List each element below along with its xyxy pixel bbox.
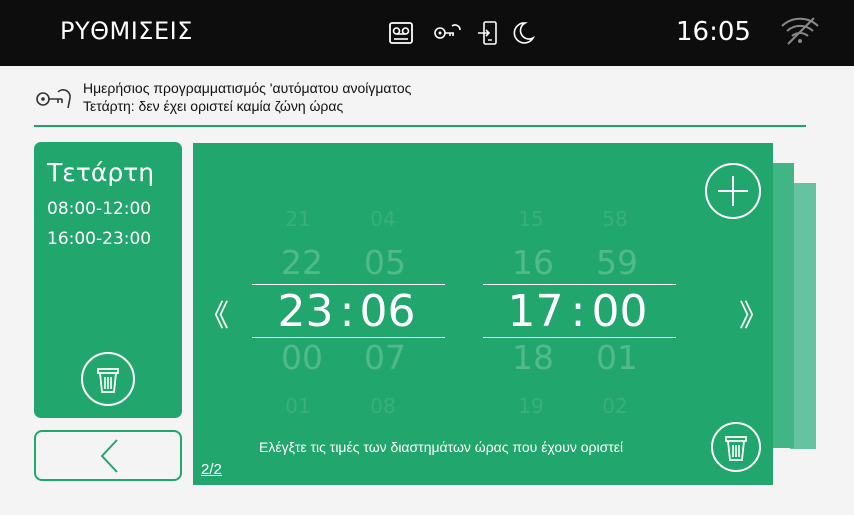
wheel-value: 15 [518,207,544,231]
wheel-value: 08 [370,394,396,418]
day-summary-card: Τετάρτη 08:00-12:00 16:00-23:00 [34,142,182,418]
schedule-status: Τετάρτη: δεν έχει οριστεί καμία ζώνη ώρα… [83,98,344,114]
delete-interval-button[interactable] [710,421,762,473]
wheel-value: 59 [596,243,638,282]
time-separator: : [570,286,586,337]
wheel-value: 00 [281,338,323,377]
wheel-value: 02 [602,394,628,418]
time-separator: : [339,286,355,337]
next-interval-button[interactable]: 》 [739,291,769,335]
interval-item: 16:00-23:00 [47,229,152,249]
moon-icon [513,22,536,44]
wheel-value: 01 [596,338,638,377]
wheel-value: 01 [285,394,311,418]
delete-day-button[interactable] [80,351,136,407]
wheel-value: 22 [281,243,323,282]
wheel-value: 07 [364,338,406,377]
time-interval-picker: 21 22 23 00 01 : 04 05 06 07 08 15 16 17… [193,143,773,485]
validation-message: Ελέγξτε τις τιμές των διαστημάτων ώρας π… [259,439,624,455]
end-hour-value: 17 [507,286,564,337]
selection-line [483,284,676,285]
voicemail-icon [389,22,413,44]
start-hour-value: 23 [277,286,334,337]
interval-item: 08:00-12:00 [47,199,152,219]
status-bar: ΡΥΘΜΙΣΕΙΣ 16:05 [0,0,854,66]
wheel-value: 04 [370,207,396,231]
wheel-value: 05 [364,243,406,282]
selection-line [252,284,445,285]
start-minute-value: 06 [359,286,416,337]
add-interval-button[interactable] [704,162,762,220]
previous-interval-button[interactable]: 《 [199,291,229,335]
selection-line [252,337,445,338]
divider [34,125,806,127]
end-minute-value: 00 [591,286,648,337]
door-phone-icon [478,21,497,45]
page-title: ΡΥΘΜΙΣΕΙΣ [60,17,193,45]
info-header: Ημερήσιος προγραμματισμός 'αυτόματου ανο… [34,78,804,122]
card-stack-middle [772,163,794,448]
wheel-value: 19 [518,394,544,418]
page-indicator[interactable]: 2/2 [201,461,222,478]
schedule-title: Ημερήσιος προγραμματισμός 'αυτόματου ανο… [83,80,412,96]
key-icon [434,24,461,39]
day-label: Τετάρτη [47,158,155,187]
wheel-value: 18 [512,338,554,377]
chevron-left-icon [100,439,118,473]
wifi-off-icon [781,17,819,45]
clock: 16:05 [676,17,751,47]
wheel-value: 16 [512,243,554,282]
wheel-value: 21 [285,207,311,231]
wheel-value: 58 [602,207,628,231]
selection-line [483,337,676,338]
back-button[interactable] [34,430,182,481]
key-icon [36,88,71,109]
